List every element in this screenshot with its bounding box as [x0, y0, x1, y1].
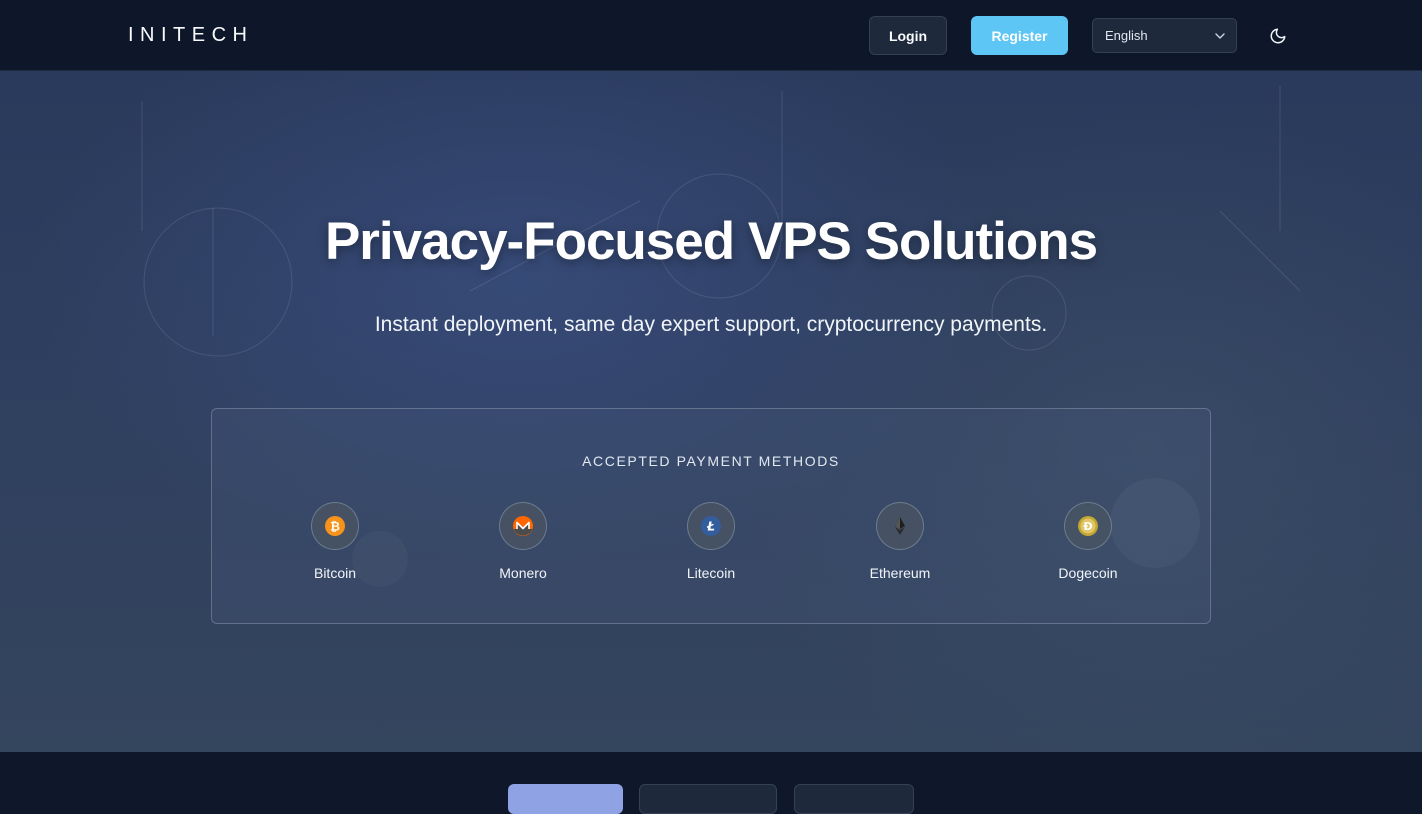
hero-section: Privacy-Focused VPS Solutions Instant de…	[0, 71, 1422, 752]
payment-methods-card: ACCEPTED PAYMENT METHODS ₿ Bitcoin Moner…	[211, 408, 1211, 624]
plans-section	[0, 752, 1422, 814]
login-button[interactable]: Login	[869, 16, 947, 55]
ethereum-icon	[876, 502, 924, 550]
hero-title: Privacy-Focused VPS Solutions	[324, 212, 1098, 271]
monero-icon	[499, 502, 547, 550]
site-header: INITECH Login Register English	[0, 0, 1422, 71]
payment-method-monero: Monero	[463, 502, 583, 581]
plan-tab-2[interactable]	[639, 784, 777, 814]
dogecoin-icon: Ð	[1064, 502, 1112, 550]
payment-method-label: Dogecoin	[1058, 565, 1118, 581]
register-button[interactable]: Register	[971, 16, 1068, 55]
litecoin-icon: Ł	[687, 502, 735, 550]
chevron-down-icon	[1215, 33, 1225, 39]
payment-method-label: Litecoin	[686, 565, 736, 581]
payment-method-label: Monero	[499, 565, 547, 581]
svg-text:₿: ₿	[330, 520, 340, 534]
payment-method-dogecoin: Ð Dogecoin	[1028, 502, 1148, 581]
site-logo[interactable]: INITECH	[128, 22, 254, 48]
bitcoin-icon: ₿	[311, 502, 359, 550]
payment-method-ethereum: Ethereum	[840, 502, 960, 581]
language-select[interactable]: English	[1092, 18, 1237, 53]
payment-method-label: Ethereum	[869, 565, 931, 581]
language-select-value: English	[1105, 28, 1148, 43]
hero-subtitle: Instant deployment, same day expert supp…	[374, 313, 1048, 336]
moon-icon	[1270, 28, 1286, 44]
payment-methods-heading: ACCEPTED PAYMENT METHODS	[582, 453, 840, 469]
plan-tab-1[interactable]	[508, 784, 623, 814]
svg-text:Ł: Ł	[706, 520, 715, 534]
payment-method-bitcoin: ₿ Bitcoin	[275, 502, 395, 581]
svg-text:Ð: Ð	[1083, 520, 1092, 533]
plan-tab-3[interactable]	[794, 784, 914, 814]
theme-toggle-button[interactable]	[1266, 24, 1290, 48]
payment-method-label: Bitcoin	[313, 565, 357, 581]
payment-method-litecoin: Ł Litecoin	[651, 502, 771, 581]
